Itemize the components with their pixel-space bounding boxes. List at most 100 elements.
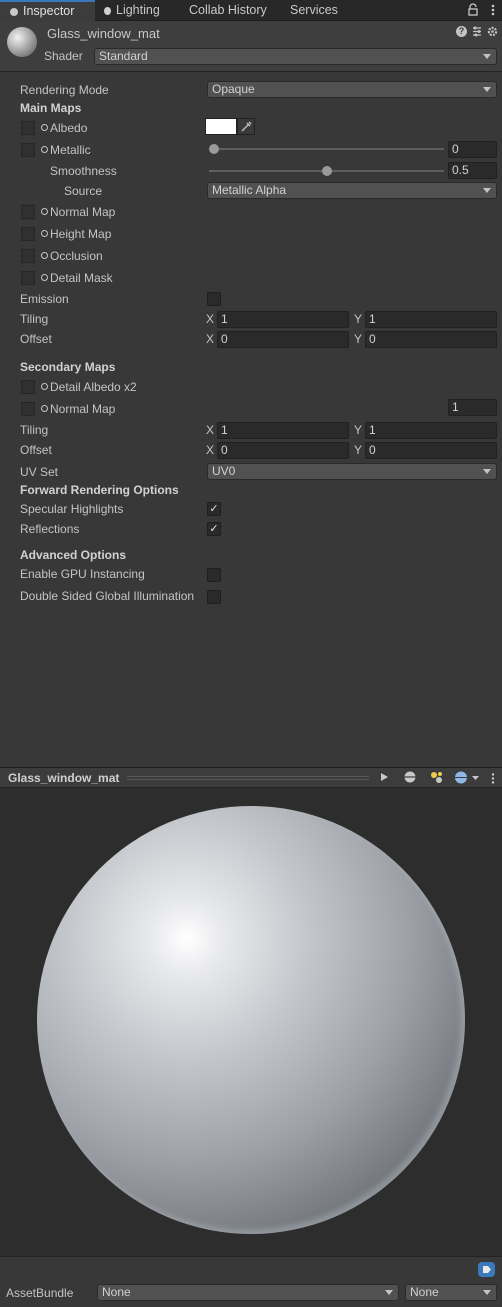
offset-y-field[interactable]: 0 [365,331,497,348]
rendering-mode-label: Rendering Mode [20,83,109,97]
info-icon [10,8,18,16]
object-picker-icon[interactable] [41,208,48,215]
shader-value: Standard [99,49,148,63]
secondary-normal-scale-field[interactable]: 1 [448,399,497,416]
secondary-normal-map-label: Normal Map [50,402,116,416]
source-value: Metallic Alpha [212,183,287,197]
double-sided-gi-label: Double Sided Global Illumination [20,589,195,603]
secondary-tiling-label: Tiling [20,423,49,437]
secondary-offset-label: Offset [20,443,52,457]
offset-y-axis-label: Y [354,332,363,346]
object-picker-icon[interactable] [41,230,48,237]
tab-collab-history[interactable]: Collab History [189,0,281,21]
secondary-tiling-x-field[interactable]: 1 [217,422,349,439]
object-picker-icon[interactable] [41,252,48,259]
assetbundle-name-dropdown[interactable]: None [97,1284,399,1301]
kebab-menu-icon[interactable] [491,772,495,785]
reflections-label: Reflections [20,522,80,536]
preview-lighting-icon[interactable] [427,771,445,787]
preview-mesh-sphere-icon[interactable] [401,771,419,787]
tab-lighting[interactable]: Lighting [104,0,182,21]
material-thumbnail [7,27,37,57]
metallic-texture-slot[interactable] [21,143,35,157]
offset-x-field[interactable]: 0 [217,331,349,348]
object-picker-icon[interactable] [41,146,48,153]
forward-rendering-heading: Forward Rendering Options [20,483,179,497]
gpu-instancing-checkbox[interactable] [207,568,221,582]
metallic-slider-thumb[interactable] [209,144,219,154]
object-picker-icon[interactable] [41,383,48,390]
object-picker-icon[interactable] [41,124,48,131]
specular-highlights-checkbox[interactable]: ✓ [207,502,221,516]
source-label: Source [64,184,103,198]
source-dropdown[interactable]: Metallic Alpha [207,182,497,199]
preview-drag-handle[interactable] [127,776,369,780]
specular-highlights-label: Specular Highlights [20,502,124,516]
preview-background-dropdown[interactable] [453,771,481,787]
secondary-tiling-y-axis-label: Y [354,423,363,437]
help-icon[interactable]: ? [456,26,467,37]
chevron-down-icon [483,1290,491,1295]
albedo-label: Albedo [50,121,88,135]
tiling-label: Tiling [20,312,49,326]
tab-inspector[interactable]: Inspector [0,0,95,21]
lock-icon[interactable] [468,3,478,16]
secondary-tiling-y-field[interactable]: 1 [365,422,497,439]
height-map-label: Height Map [50,227,112,241]
occlusion-texture-slot[interactable] [21,249,35,263]
emission-label: Emission [20,292,69,306]
metallic-label: Metallic [50,143,91,157]
detail-albedo-label: Detail Albedo x2 [50,380,137,394]
tab-services[interactable]: Services [290,0,360,21]
secondary-normal-map-texture-slot[interactable] [21,402,35,416]
detail-mask-texture-slot[interactable] [21,271,35,285]
secondary-offset-y-axis-label: Y [354,443,363,457]
normal-map-texture-slot[interactable] [21,205,35,219]
metallic-value-field[interactable]: 0 [448,141,497,158]
uv-set-label: UV Set [20,465,59,479]
occlusion-label: Occlusion [50,249,103,263]
double-sided-gi-checkbox[interactable] [207,590,221,604]
assetbundle-variant-value: None [410,1285,439,1299]
eyedropper-icon[interactable] [237,118,255,135]
height-map-texture-slot[interactable] [21,227,35,241]
label-tag-icon[interactable] [478,1262,495,1277]
tab-label: Services [290,3,338,17]
detail-albedo-texture-slot[interactable] [21,380,35,394]
gear-icon[interactable] [487,26,498,37]
assetbundle-name-value: None [102,1285,131,1299]
chevron-down-icon [483,469,491,474]
preview-toolbar: Glass_window_mat [0,767,502,788]
object-picker-icon[interactable] [41,274,48,281]
bulb-icon [104,7,111,15]
chevron-down-icon [385,1290,393,1295]
assetbundle-label: AssetBundle [6,1286,74,1300]
tab-label: Lighting [116,3,160,17]
secondary-offset-y-field[interactable]: 0 [365,442,497,459]
material-header: Glass_window_mat ? Shader Standard [0,21,502,72]
chevron-down-icon [483,188,491,193]
metallic-slider-track[interactable] [209,148,444,150]
tab-label: Inspector [23,4,75,18]
rendering-mode-dropdown[interactable]: Opaque [207,81,497,98]
smoothness-slider-thumb[interactable] [321,166,332,176]
play-icon[interactable] [375,771,393,787]
smoothness-value-field[interactable]: 0.5 [448,162,497,179]
reflections-checkbox[interactable]: ✓ [207,522,221,536]
assetbundle-footer: AssetBundle None None [0,1256,502,1307]
emission-checkbox[interactable] [207,292,221,306]
kebab-menu-icon[interactable] [491,3,495,17]
albedo-texture-slot[interactable] [21,121,35,135]
tiling-x-axis-label: X [206,312,215,326]
tiling-y-field[interactable]: 1 [365,311,497,328]
assetbundle-variant-dropdown[interactable]: None [405,1284,497,1301]
object-picker-icon[interactable] [41,405,48,412]
tiling-x-field[interactable]: 1 [217,311,349,328]
albedo-color-swatch[interactable] [205,118,237,135]
detail-mask-label: Detail Mask [50,271,113,285]
uv-set-dropdown[interactable]: UV0 [207,463,497,480]
preset-sliders-icon[interactable] [472,26,482,37]
shader-dropdown[interactable]: Standard [94,48,497,65]
uv-set-value: UV0 [212,464,236,478]
secondary-offset-x-field[interactable]: 0 [217,442,349,459]
